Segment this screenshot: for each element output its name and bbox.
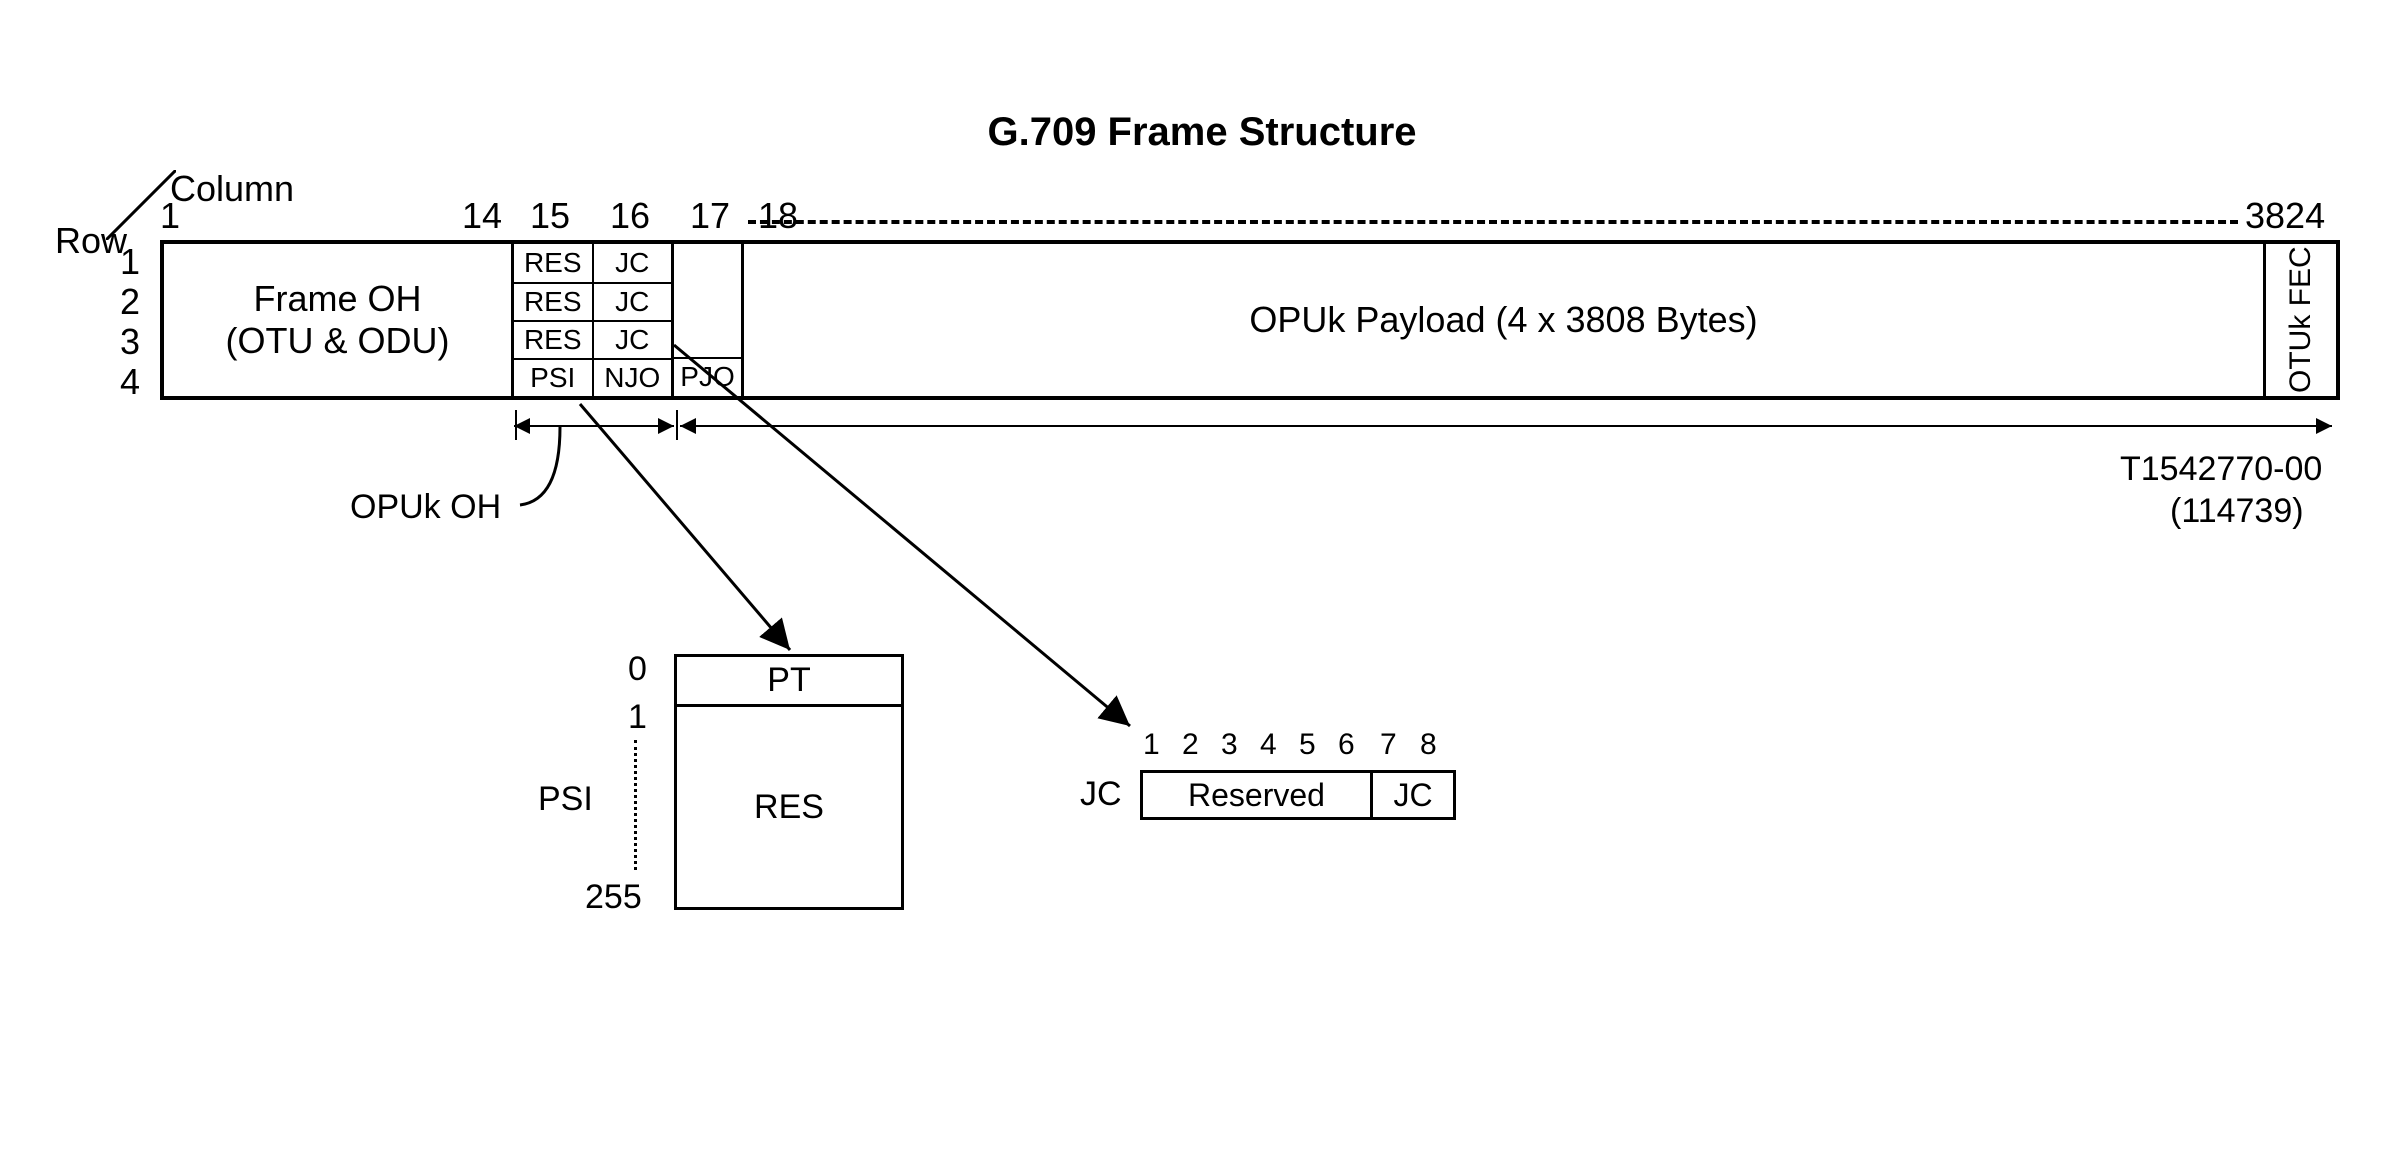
opuk-payload-section: OPUk Payload (4 x 3808 Bytes) (744, 244, 2266, 396)
jc-bit-6: 6 (1338, 728, 1355, 762)
row-4: 4 (110, 362, 140, 402)
jc-bit-8: 8 (1420, 728, 1437, 762)
psi-detail-label: PSI (538, 780, 593, 819)
psi-pt-cell: PT (677, 657, 901, 707)
psi-dots (634, 740, 637, 870)
col-14: 14 (462, 195, 502, 237)
row-2: 2 (110, 282, 140, 322)
jc-bit-1: 1 (1143, 728, 1160, 762)
cell-r4-c17-pjo: PJO (674, 357, 741, 397)
column-range-dashes (748, 220, 2238, 224)
cell-r3-c16: JC (594, 320, 672, 358)
opuk-oh-dimension (514, 425, 674, 427)
psi-idx-0: 0 (628, 650, 647, 689)
jc-bit-5: 5 (1299, 728, 1316, 762)
jc-reserved-cell: Reserved (1143, 773, 1373, 817)
ref-code-1: T1542770-00 (2120, 450, 2322, 489)
row-numbers: 1 2 3 4 (110, 242, 140, 402)
col-17: 17 (690, 195, 730, 237)
frame-oh-line2: (OTU & ODU) (226, 320, 450, 362)
psi-multiframe-box: PT RES (674, 654, 904, 910)
jc-byte-box: Reserved JC (1140, 770, 1456, 820)
frame-oh-line1: Frame OH (253, 278, 421, 320)
psi-idx-255: 255 (585, 878, 642, 917)
cell-r4-c15-psi: PSI (514, 358, 594, 396)
cell-r2-c15: RES (514, 282, 594, 320)
row-1: 1 (110, 242, 140, 282)
col-18: 18 (758, 195, 798, 237)
col-16: 16 (610, 195, 650, 237)
opuk-oh-label: OPUk OH (350, 488, 501, 527)
jc-jc-cell: JC (1373, 773, 1453, 817)
cell-r2-c16: JC (594, 282, 672, 320)
jc-detail-label: JC (1080, 775, 1122, 814)
col17-empty (674, 244, 741, 357)
g709-frame: Frame OH (OTU & ODU) RES JC RES JC RES J… (160, 240, 2340, 400)
opuk-oh-grid: RES JC RES JC RES JC PSI NJO (514, 244, 674, 396)
cell-r1-c16: JC (594, 244, 672, 282)
cell-r3-c15: RES (514, 320, 594, 358)
callout-arrows (0, 0, 2404, 1150)
col-1: 1 (160, 195, 180, 237)
col-3824: 3824 (2245, 195, 2325, 237)
payload-dimension (680, 425, 2332, 427)
row-3: 3 (110, 322, 140, 362)
ref-code-2: (114739) (2170, 492, 2304, 531)
column-17-section: PJO (674, 244, 744, 396)
jc-bit-3: 3 (1221, 728, 1238, 762)
jc-bit-7: 7 (1380, 728, 1397, 762)
jc-bit-4: 4 (1260, 728, 1277, 762)
psi-idx-1: 1 (628, 698, 647, 737)
opuk-oh-tick-r (676, 410, 678, 440)
opuk-oh-tick-l (515, 410, 517, 440)
col-15: 15 (530, 195, 570, 237)
frame-oh-section: Frame OH (OTU & ODU) (164, 244, 514, 396)
cell-r4-c16-njo: NJO (594, 358, 672, 396)
diagram-title: G.709 Frame Structure (987, 110, 1416, 155)
psi-res-cell: RES (677, 707, 901, 907)
cell-r1-c15: RES (514, 244, 594, 282)
column-axis-label: Column (170, 168, 294, 210)
jc-bit-2: 2 (1182, 728, 1199, 762)
otuk-fec-section: OTUk FEC (2266, 244, 2336, 396)
